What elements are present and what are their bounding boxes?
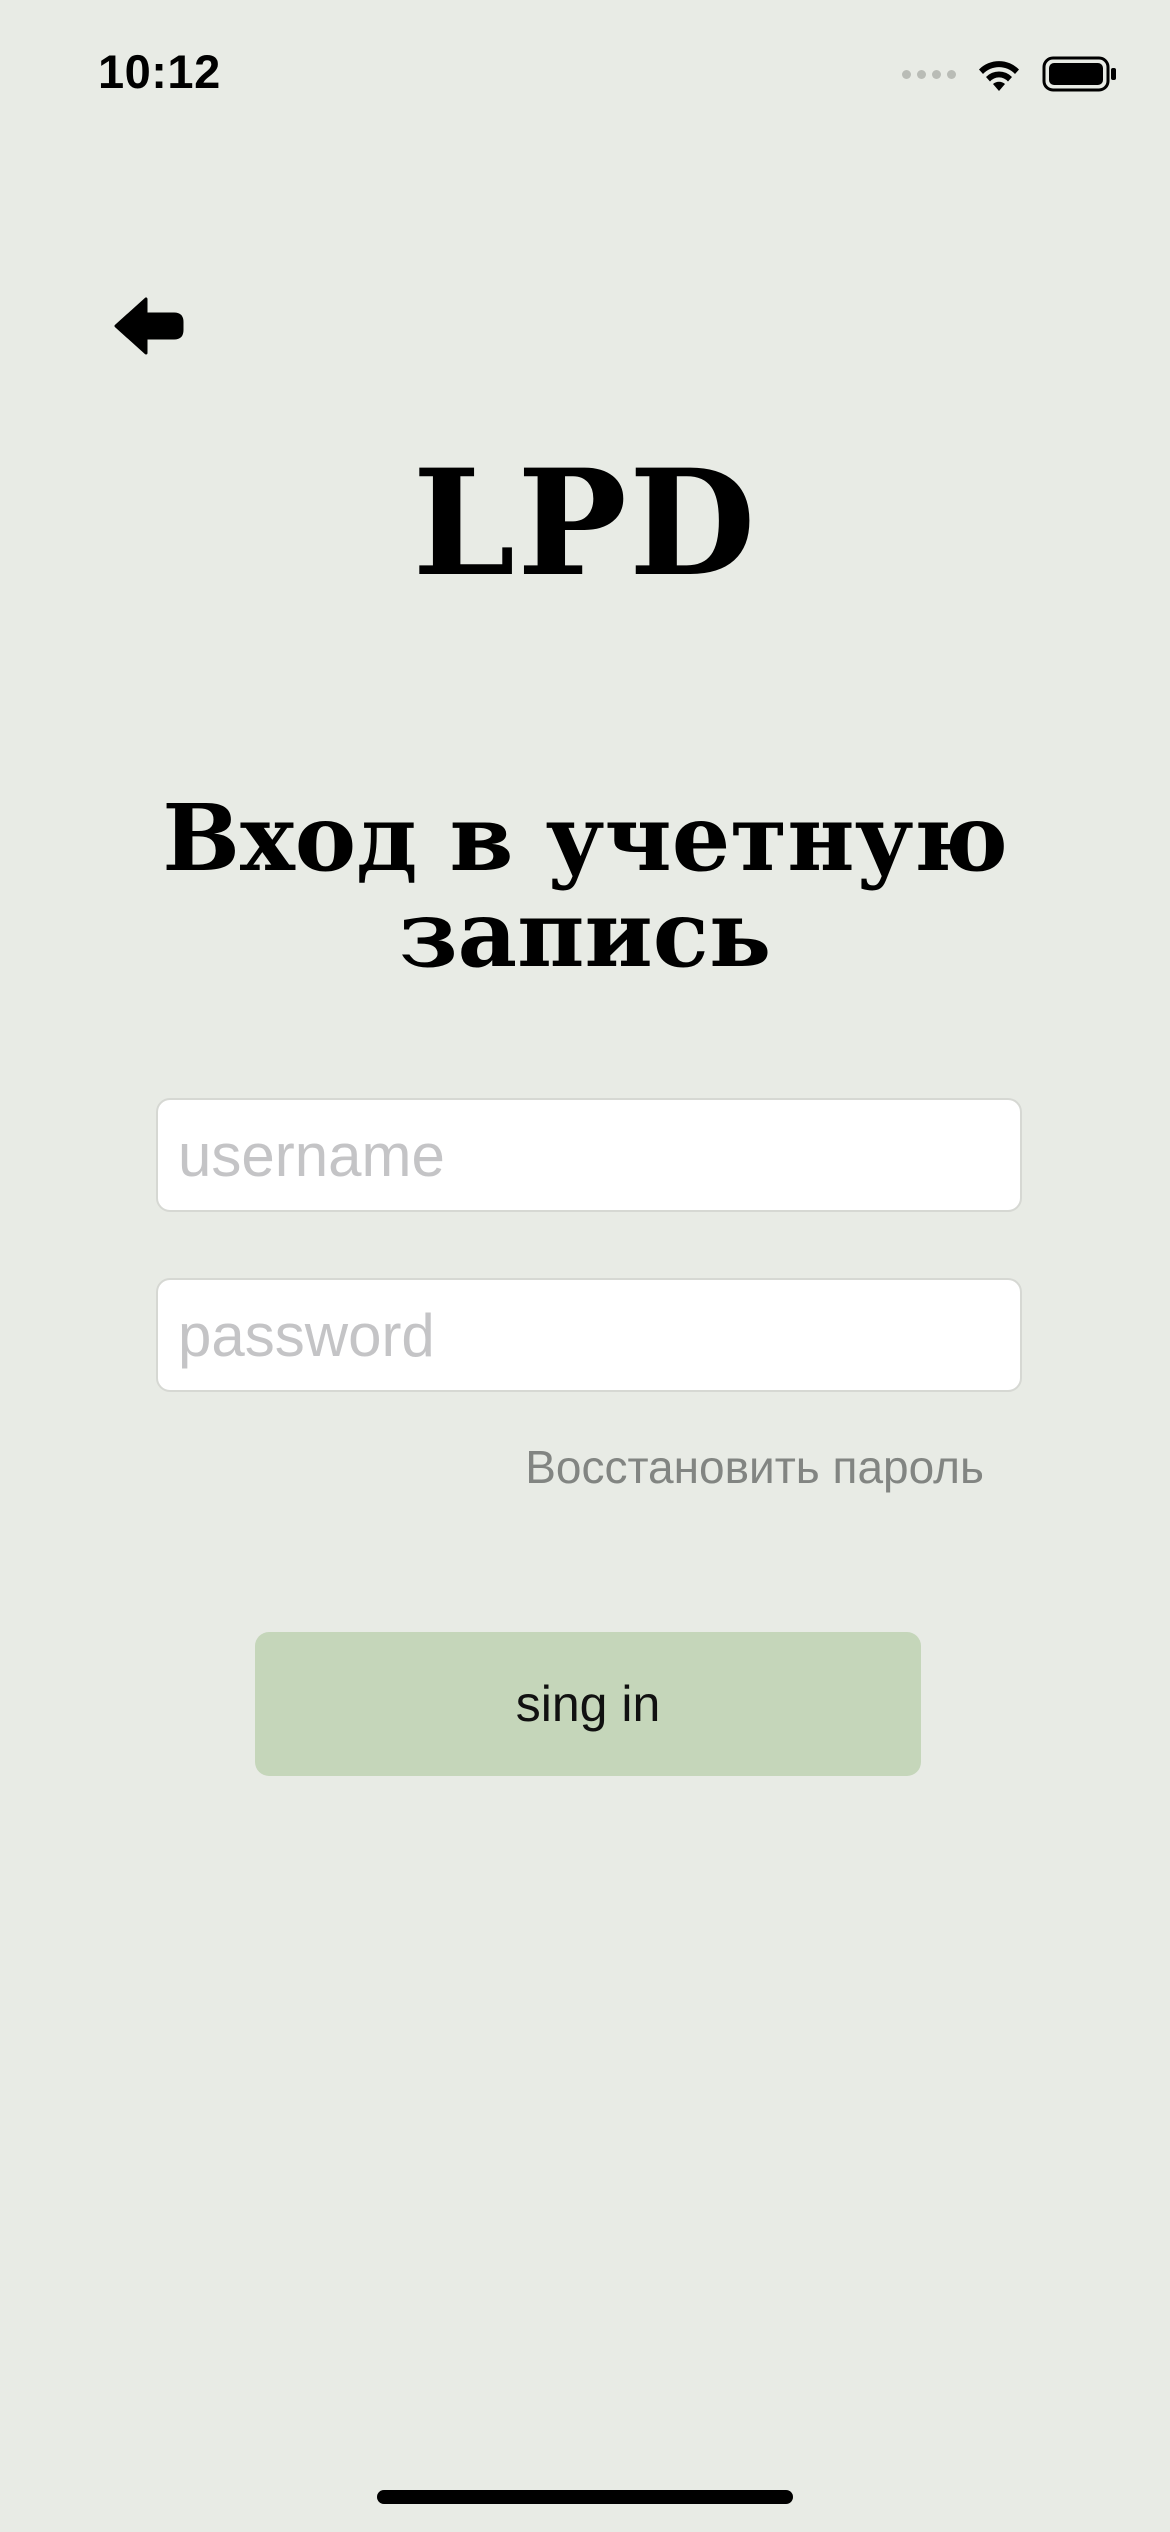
status-icons bbox=[902, 52, 1118, 96]
page-title-line-2: запись bbox=[398, 880, 772, 988]
forgot-password-link[interactable]: Восстановить пароль bbox=[525, 1440, 984, 1494]
cellular-signal-icon bbox=[902, 69, 956, 79]
username-input[interactable] bbox=[156, 1098, 1022, 1212]
page-title-line-1: Вход в учетную bbox=[162, 784, 1008, 892]
wifi-icon bbox=[979, 61, 1019, 91]
status-time: 10:12 bbox=[98, 45, 221, 98]
app-logo: LPD bbox=[412, 438, 758, 609]
sign-in-button[interactable]: sing in bbox=[255, 1632, 921, 1776]
home-indicator[interactable] bbox=[377, 2490, 793, 2504]
battery-icon bbox=[1042, 56, 1116, 92]
status-bar: 10:12 bbox=[0, 0, 1170, 150]
page-title: Вход в учетную запись bbox=[100, 790, 1070, 982]
back-arrow-icon bbox=[114, 297, 184, 355]
password-input[interactable] bbox=[156, 1278, 1022, 1392]
back-button[interactable] bbox=[108, 290, 188, 362]
